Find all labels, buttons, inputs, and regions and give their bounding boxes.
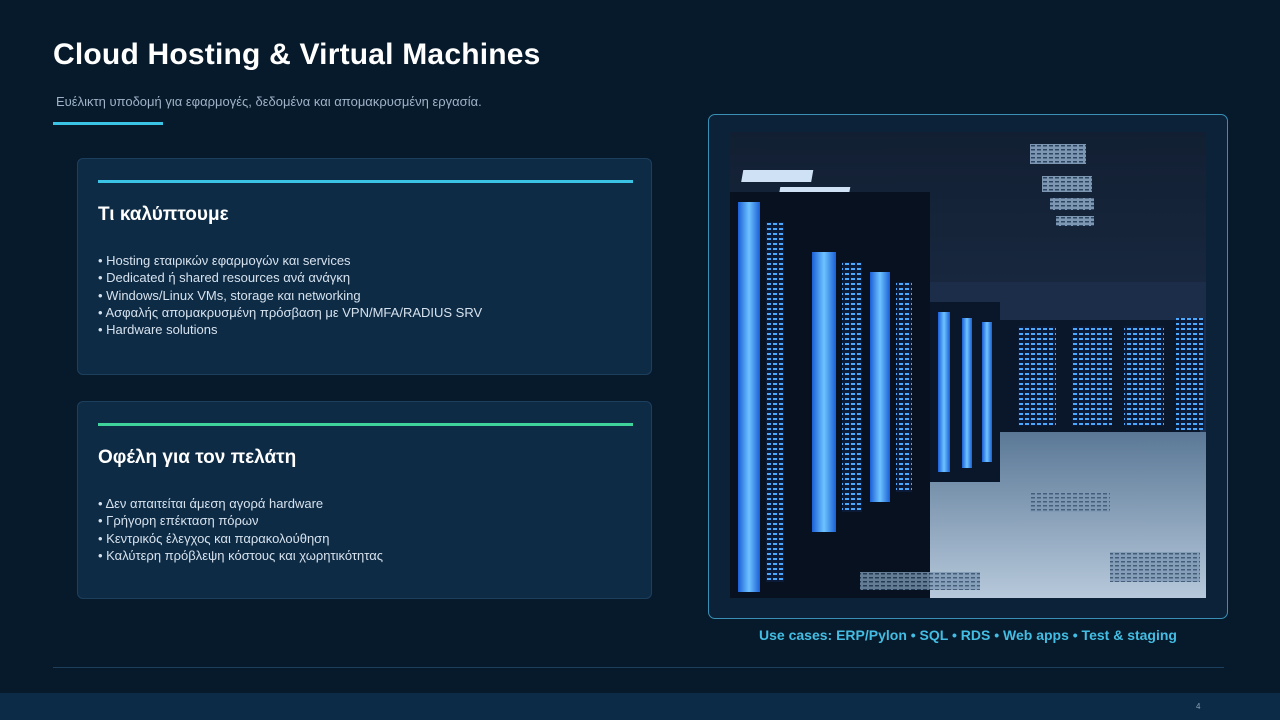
footer-bar: 4 [0,693,1280,720]
page-number: 4 [1196,702,1201,711]
card-title: Οφέλη για τον πελάτη [98,447,297,468]
benefits-card: Οφέλη για τον πελάτη Δεν απαιτείται άμεσ… [77,401,652,599]
slide-subtitle: Ευέλικτη υποδομή για εφαρμογές, δεδομένα… [56,94,482,109]
bullet-item: Windows/Linux VMs, storage και networkin… [98,287,482,304]
use-cases-caption: Use cases: ERP/Pylon • SQL • RDS • Web a… [759,627,1177,643]
card-accent-bar [98,423,633,426]
bullet-item: Hosting εταιρικών εφαρμογών και services [98,252,482,269]
bullet-item: Καλύτερη πρόβλεψη κόστους και χωρητικότη… [98,547,383,564]
bullet-list: Hosting εταιρικών εφαρμογών και services… [98,252,482,338]
slide-title: Cloud Hosting & Virtual Machines [53,38,541,71]
bullet-item: Hardware solutions [98,321,482,338]
card-title: Τι καλύπτουμε [98,204,229,225]
server-room-photo [730,132,1206,598]
bullet-item: Δεν απαιτείται άμεση αγορά hardware [98,495,383,512]
title-accent-underline [53,122,163,125]
bullet-list: Δεν απαιτείται άμεση αγορά hardware Γρήγ… [98,495,383,564]
coverage-card: Τι καλύπτουμε Hosting εταιρικών εφαρμογώ… [77,158,652,375]
card-accent-bar [98,180,633,183]
photo-frame [708,114,1228,619]
bullet-item: Κεντρικός έλεγχος και παρακολούθηση [98,530,383,547]
bullet-item: Γρήγορη επέκταση πόρων [98,512,383,529]
bullet-item: Ασφαλής απομακρυσμένη πρόσβαση με VPN/MF… [98,304,482,321]
footer-divider [53,667,1224,668]
bullet-item: Dedicated ή shared resources ανά ανάγκη [98,269,482,286]
